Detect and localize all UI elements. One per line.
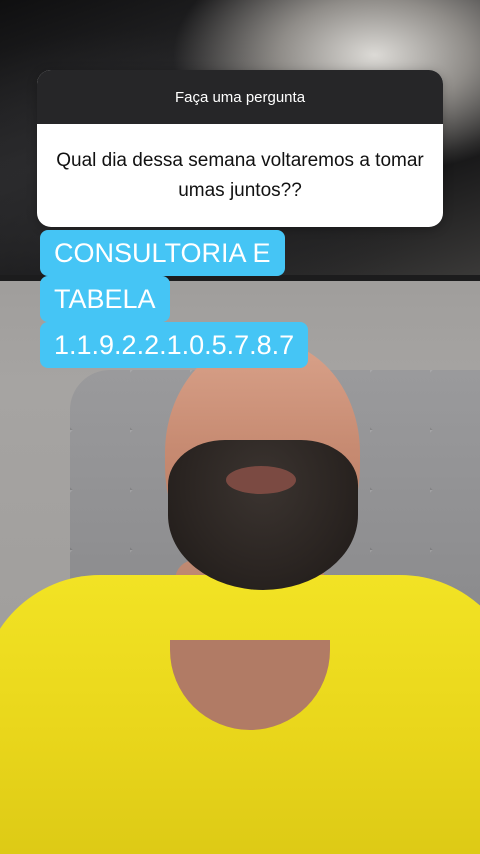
caption-line-2: TABELA (40, 276, 170, 322)
caption-line-1: CONSULTORIA E (40, 230, 285, 276)
beard (168, 440, 358, 590)
question-sticker-header: Faça uma pergunta (37, 70, 443, 124)
caption-line-3: 1.1.9.2.2.1.0.5.7.8.7 (40, 322, 309, 368)
mouth (226, 466, 296, 494)
question-sticker[interactable]: Faça uma pergunta Qual dia dessa semana … (37, 70, 443, 227)
question-sticker-question: Qual dia dessa semana voltaremos a tomar… (56, 149, 424, 201)
